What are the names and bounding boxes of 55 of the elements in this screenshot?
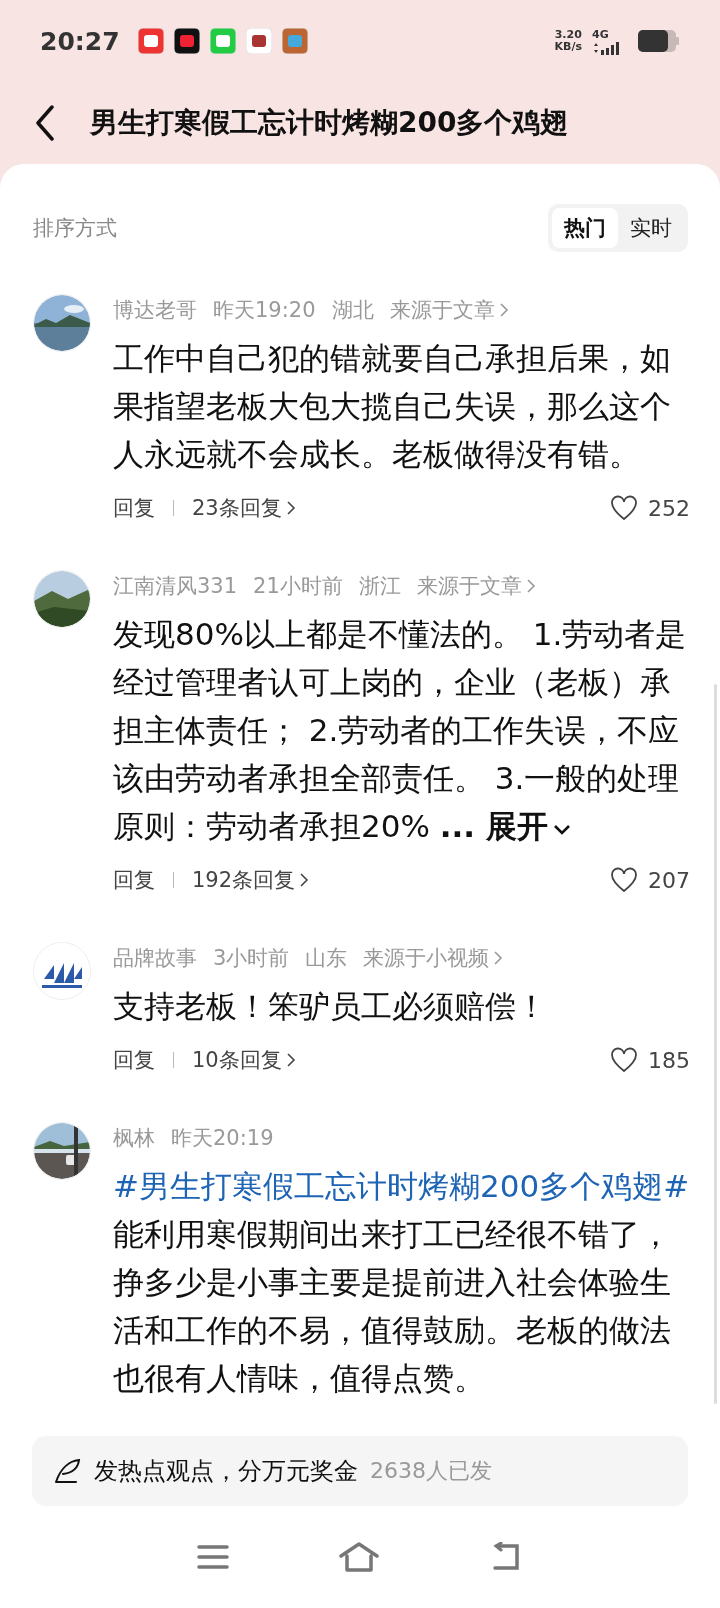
post-prompt: 发热点观点，分万元奖金 <box>94 1456 358 1487</box>
heart-icon <box>610 1047 638 1073</box>
app-icon <box>137 28 164 54</box>
comment-text: 支持老板！笨驴员工必须赔偿！ <box>113 987 548 1026</box>
chevron-icon <box>285 500 296 516</box>
comment-region: 浙江 <box>358 573 401 600</box>
sort-label: 排序方式 <box>33 215 117 242</box>
clock: 20:27 <box>40 26 120 56</box>
network-type: 4G <box>592 27 609 41</box>
chevron-icon <box>299 872 310 888</box>
replies-link[interactable]: 10条回复 <box>192 1046 296 1074</box>
back-icon <box>34 105 56 141</box>
comment-region: 山东 <box>305 945 348 972</box>
heart-icon <box>610 867 638 893</box>
post-count: 2638人已发 <box>370 1457 492 1485</box>
reply-link[interactable]: 回复 <box>113 1046 155 1074</box>
feather-icon <box>52 1456 82 1486</box>
battery-icon <box>638 30 680 52</box>
hashtag-link[interactable]: #男生打寒假工忘计时烤糊200多个鸡翅 <box>113 1168 664 1204</box>
signal-icon <box>592 40 622 55</box>
network-speed: 3.20 <box>554 29 582 41</box>
replies-link[interactable]: 192条回复 <box>192 866 310 894</box>
heart-icon <box>610 495 638 521</box>
like-button[interactable]: 207 <box>610 867 690 893</box>
like-button[interactable]: 185 <box>610 1047 690 1073</box>
app-icon <box>245 28 272 54</box>
speed-unit: KB/s <box>554 41 582 53</box>
comment-region: 湖北 <box>331 297 374 324</box>
replies-link[interactable]: 23条回复 <box>192 494 296 522</box>
app-icon <box>173 28 200 54</box>
comment-time: 21小时前 <box>253 573 343 600</box>
comment-text: 工作中自己犯的错就要自己承担后果，如果指望老板大包大揽自己失误，那么这个人永远就不会成长。老板做得没有错。 <box>113 339 672 474</box>
menu-icon <box>197 1544 229 1570</box>
home-icon <box>339 1542 379 1572</box>
chevron-icon <box>285 1052 296 1068</box>
reply-link[interactable]: 回复 <box>113 866 155 894</box>
comment-time: 3小时前 <box>213 945 290 972</box>
hashtag-link[interactable]: # <box>663 1168 690 1204</box>
chevron-icon <box>498 302 509 318</box>
reply-link[interactable]: 回复 <box>113 494 155 522</box>
chevron-down-icon <box>551 823 572 837</box>
comment-text: 发现80%以上都是不懂法的。 1.劳动者是经过管理者认可上岗的，企业（老板）承担主体责任； 2.劳动者的工作失误，不应该由劳动者承担全部责任。 3.一般的处理原则：劳动者承担20% ... 展开 <box>113 615 688 846</box>
app-icon <box>209 28 236 54</box>
app-icon <box>281 28 308 54</box>
expand-link[interactable]: ... 展开 <box>439 808 572 844</box>
comment-text: #男生打寒假工忘计时烤糊200多个鸡翅# 能利用寒假期间出来打工已经很不错了，挣多少是小事主要是提前进入社会体验生活和工作的不易，值得鼓励。老板的做法也很有人情味，值得点赞。 <box>113 1167 690 1398</box>
like-button[interactable]: 252 <box>610 495 690 521</box>
sort-tab[interactable]: 热门 <box>552 208 618 248</box>
post-comment-bar[interactable]: 发热点观点，分万元奖金 2638人已发 <box>32 1436 688 1506</box>
page-title: 男生打寒假工忘计时烤糊200多个鸡翅 <box>90 105 569 141</box>
sort-tab[interactable]: 实时 <box>618 208 684 248</box>
comment-time: 昨天19:20 <box>213 297 316 324</box>
chevron-icon <box>493 950 504 966</box>
comment-time: 昨天20:19 <box>171 1125 274 1152</box>
chevron-icon <box>525 578 536 594</box>
